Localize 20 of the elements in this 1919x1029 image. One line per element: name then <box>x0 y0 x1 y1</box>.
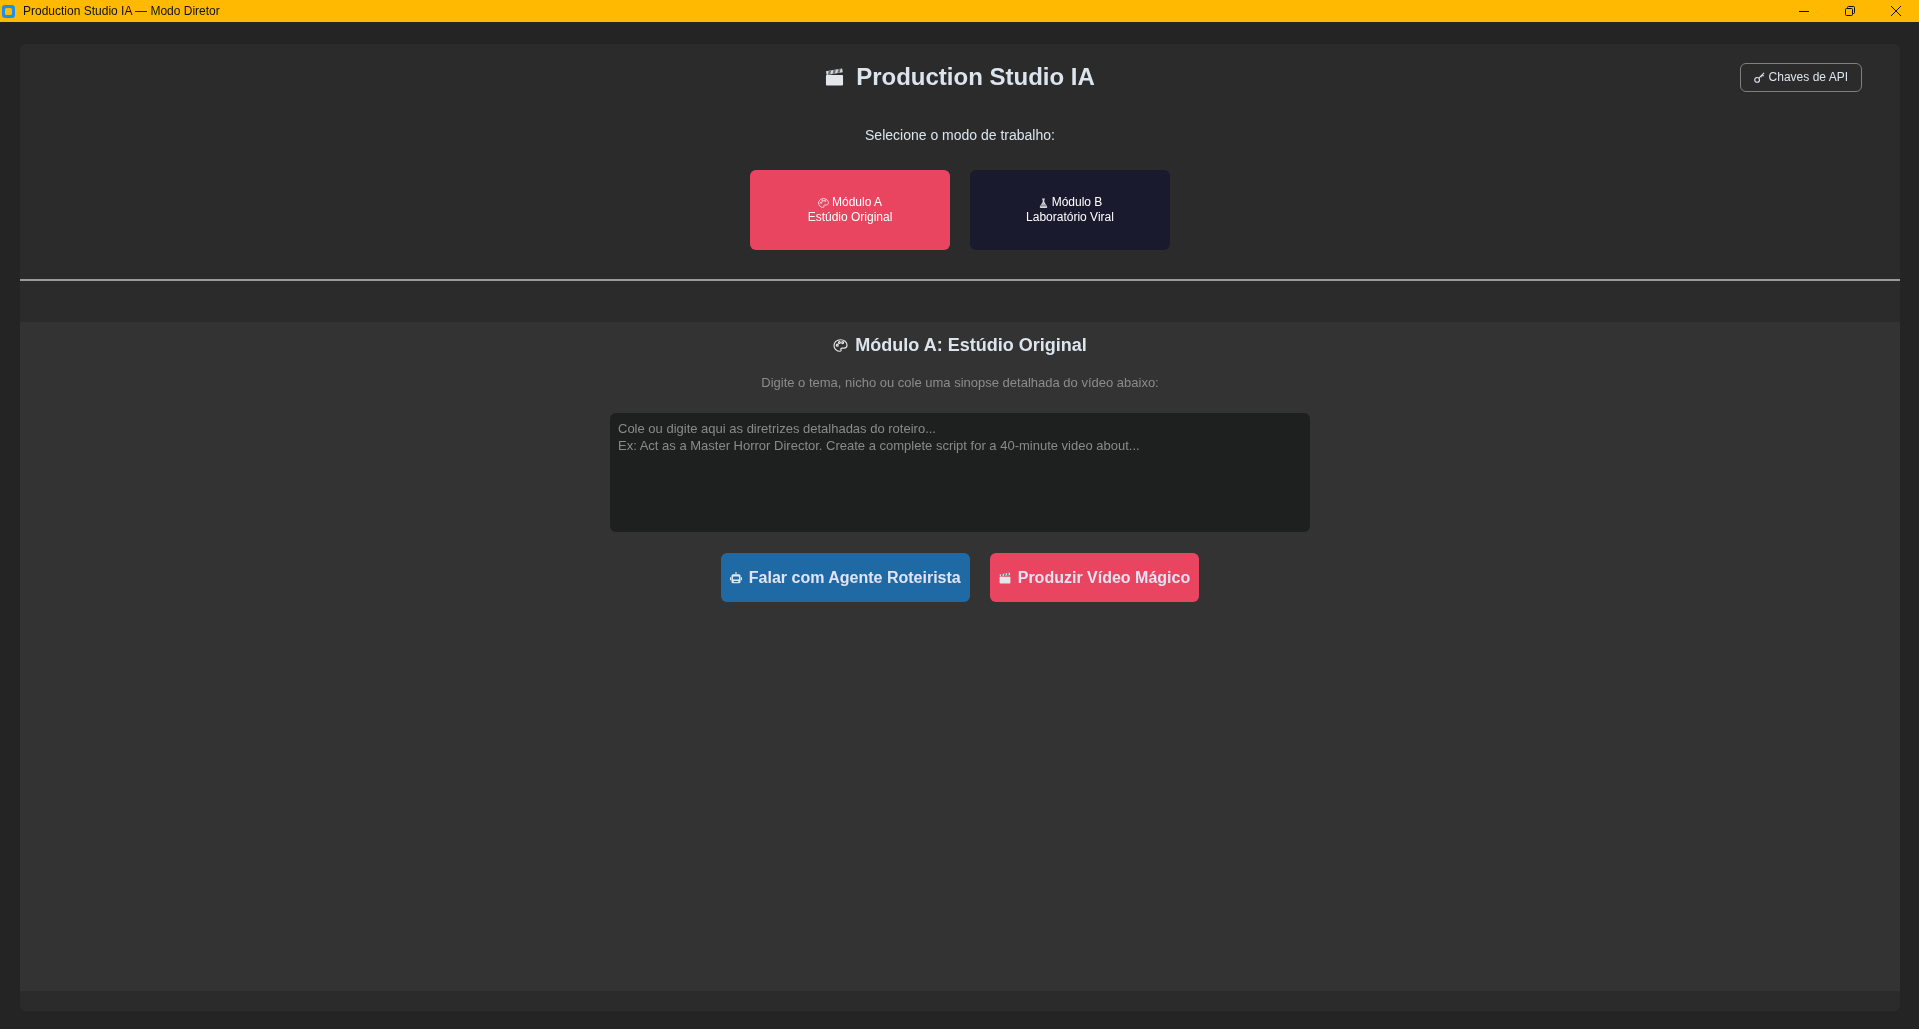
key-icon <box>1753 71 1765 83</box>
restore-icon <box>1845 6 1855 16</box>
flask-icon <box>1037 197 1049 208</box>
clapperboard-icon <box>825 68 845 86</box>
close-icon <box>1891 6 1901 16</box>
api-keys-button[interactable]: Chaves de API <box>1739 62 1862 92</box>
palette-icon <box>833 338 849 352</box>
mode-button[interactable]: Módulo A Estúdio Original <box>750 170 950 250</box>
app-title: Production Studio IA <box>856 62 1095 92</box>
instruction-text: Digite o tema, nicho ou cole uma sinopse detalhada do vídeo abaixo: <box>761 374 1159 392</box>
agent-chat-button[interactable]: Falar com Agente Roteirista <box>720 553 970 602</box>
palette-icon <box>817 197 829 208</box>
window-title: Production Studio IA — Modo Diretor <box>23 4 220 18</box>
script-input-field[interactable]: Cole ou digite aqui as diretrizes detalhadas do roteiro... Ex: Act as a Master Horror Director. Create a complete script for a 40-minute video about... <box>610 413 1310 532</box>
section-title: Módulo A: Estúdio Original <box>855 334 1087 357</box>
mode-button[interactable]: Módulo B Laboratório Viral <box>970 170 1170 250</box>
mode-prompt: Selecione o modo de trabalho: <box>864 126 1056 144</box>
produce-video-button[interactable]: Produzir Vídeo Mágico <box>989 553 1200 602</box>
clapperboard-icon <box>998 571 1011 584</box>
robot-icon <box>729 571 742 584</box>
